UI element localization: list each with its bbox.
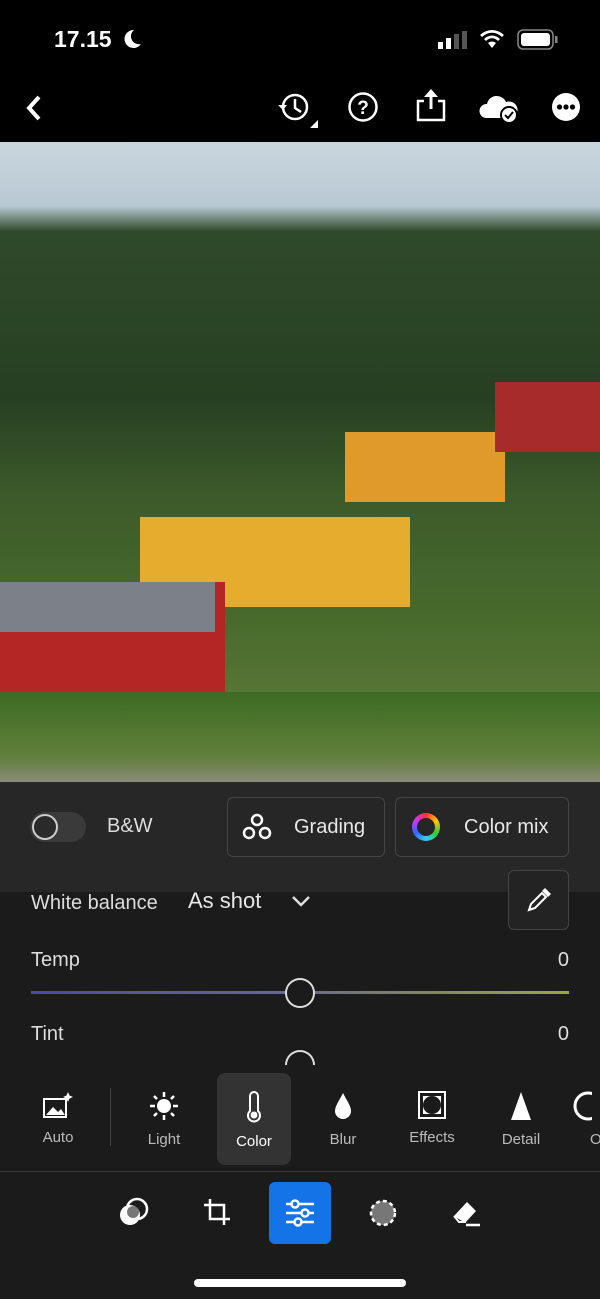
tool-auto[interactable]: Auto: [21, 1073, 95, 1165]
divider: [0, 1171, 600, 1172]
photo-roof: [0, 582, 215, 632]
optics-icon: [573, 1091, 592, 1121]
tint-slider-handle[interactable]: [285, 1050, 315, 1065]
tint-value: 0: [557, 1023, 569, 1045]
color-wheel-icon: [412, 813, 440, 841]
tool-color[interactable]: Color: [217, 1073, 291, 1165]
moon-icon: [124, 29, 141, 48]
svg-text:?: ?: [357, 98, 369, 119]
status-bar: 17.15: [0, 0, 600, 72]
droplet-icon: [335, 1093, 351, 1119]
home-indicator[interactable]: [194, 1279, 406, 1287]
crop-icon: [204, 1199, 230, 1225]
auto-icon: [43, 1092, 73, 1118]
nav-presets[interactable]: [103, 1182, 165, 1244]
tool-label: Detail: [501, 1131, 541, 1148]
tool-label: Light: [147, 1131, 181, 1148]
clock: 17.15: [54, 26, 112, 52]
tool-label: O: [590, 1131, 600, 1148]
tool-label: Blur: [329, 1131, 357, 1148]
triangle-icon: [511, 1092, 531, 1120]
grading-icon: [242, 813, 272, 840]
color-mix-button[interactable]: Color mix: [395, 797, 569, 857]
healing-eraser-icon: [453, 1202, 480, 1227]
masking-icon: [369, 1199, 397, 1227]
vignette-icon: [418, 1091, 446, 1119]
tool-blur[interactable]: Blur: [306, 1073, 380, 1165]
tool-effects[interactable]: Effects: [395, 1073, 469, 1165]
back-chevron-icon[interactable]: [24, 94, 44, 122]
grading-label: Grading: [294, 815, 366, 838]
tool-light[interactable]: Light: [127, 1073, 201, 1165]
wifi-icon: [480, 30, 504, 48]
eyedropper-button[interactable]: [508, 870, 569, 930]
top-toolbar: ?: [0, 72, 600, 142]
tool-detail[interactable]: Detail: [484, 1073, 558, 1165]
more-icon[interactable]: [551, 92, 581, 122]
tool-optics[interactable]: O: [572, 1073, 600, 1165]
divider: [110, 1088, 111, 1146]
presets-icon: [120, 1197, 149, 1225]
tool-label: Color: [236, 1133, 272, 1150]
photo-house: [345, 432, 505, 502]
grading-button[interactable]: Grading: [227, 797, 385, 857]
sun-icon: [150, 1092, 178, 1120]
tool-label: Auto: [42, 1129, 74, 1146]
battery-icon: [517, 29, 558, 50]
temp-slider-handle[interactable]: [285, 978, 315, 1008]
color-mix-label: Color mix: [464, 815, 549, 838]
white-balance-value: As shot: [188, 888, 262, 913]
nav-masking[interactable]: [352, 1182, 414, 1244]
temp-value: 0: [557, 949, 569, 971]
chevron-down-icon: [292, 896, 311, 907]
help-icon[interactable]: ?: [347, 91, 379, 123]
white-balance-dropdown[interactable]: As shot: [188, 888, 311, 914]
thermometer-icon: [247, 1091, 261, 1123]
bw-label: B&W: [107, 815, 153, 837]
bw-toggle[interactable]: [30, 812, 86, 842]
eyedropper-icon: [526, 888, 551, 912]
signal-icon: [438, 31, 467, 49]
photo-preview[interactable]: [0, 142, 600, 782]
white-balance-label: White balance: [31, 892, 158, 914]
temp-label: Temp: [31, 949, 80, 971]
edit-sliders-icon: [286, 1199, 314, 1227]
photo-hedge: [0, 692, 600, 782]
nav-edit[interactable]: [269, 1182, 331, 1244]
tool-label: Effects: [409, 1129, 455, 1146]
share-icon[interactable]: [415, 87, 447, 123]
cloud-synced-icon[interactable]: [478, 92, 520, 124]
tint-label: Tint: [31, 1023, 64, 1045]
nav-crop[interactable]: [186, 1182, 248, 1244]
history-icon[interactable]: [276, 90, 320, 130]
nav-remove[interactable]: [435, 1182, 497, 1244]
photo-house: [495, 382, 600, 452]
